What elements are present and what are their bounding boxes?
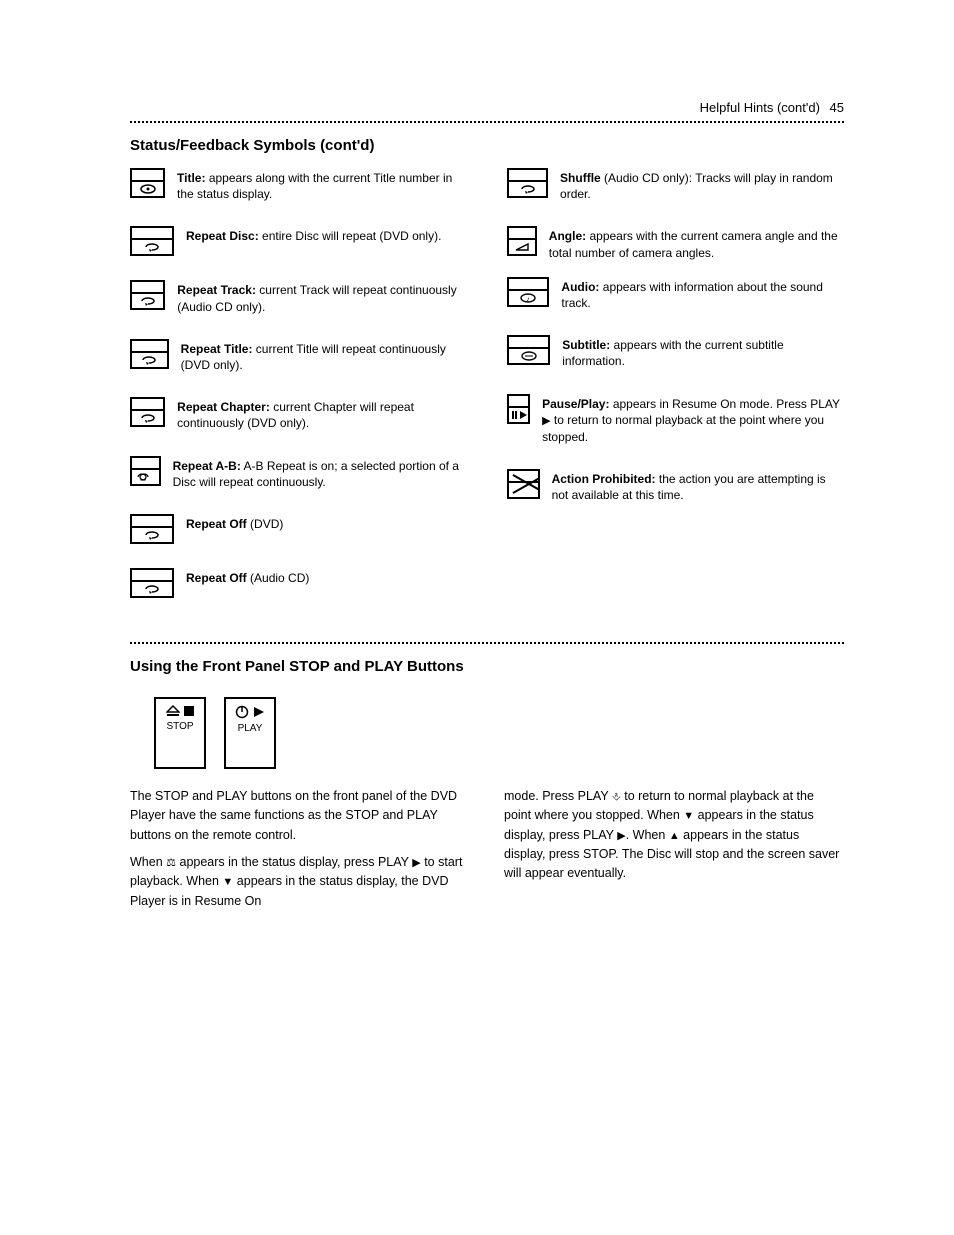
feature-desc: appears along with the current Title num… (177, 171, 452, 201)
eject-icon (166, 705, 180, 717)
play-glyph-icon: ▶ (617, 830, 625, 842)
feature-desc: appears in Resume On mode. Press PLAY (613, 397, 840, 411)
feature-name: Angle: (549, 229, 586, 243)
body-col-right: mode. Press PLAY ⎀ to return to normal p… (504, 689, 844, 911)
feature-name: Action Prohibited: (552, 472, 656, 486)
front-panel-stop-button: STOP (154, 697, 206, 769)
audio-icon: ♪ (507, 277, 549, 307)
repeat-icon (130, 397, 165, 427)
feature-name: Repeat A-B: (173, 459, 241, 473)
feature-row: Repeat Title: current Title will repeat … (130, 339, 467, 373)
feature-desc: appears with the current camera angle an… (549, 229, 838, 259)
body-text: The STOP and PLAY buttons on the front p… (130, 789, 457, 842)
feature-row: Pause/Play: appears in Resume On mode. P… (507, 394, 844, 445)
feature-row: Repeat Track: current Track will repeat … (130, 280, 467, 314)
play-glyph-icon: ▶ (412, 857, 420, 869)
feature-desc: appears with information about the sound… (561, 280, 823, 310)
svg-text:♪: ♪ (526, 296, 530, 303)
feature-row: Action Prohibited: the action you are at… (507, 469, 844, 503)
feature-name: Shuffle (560, 171, 601, 185)
feature-row: Repeat Off (Audio CD) (130, 568, 467, 598)
repeat-icon (130, 568, 174, 598)
feature-desc-post: to return to normal playback at the poin… (542, 413, 824, 444)
repeat-ab-icon (130, 456, 161, 486)
play-glyph-icon: ▶ (542, 415, 550, 427)
shuffle-icon (507, 168, 548, 198)
repeat-icon (130, 280, 165, 310)
feature-row: ♪ Audio: appears with information about … (507, 277, 844, 311)
feature-name: Repeat Disc: (186, 229, 259, 243)
page-number: 45 (830, 100, 844, 115)
feature-name: Pause/Play: (542, 397, 609, 411)
features-right-col: Shuffle (Audio CD only): Tracks will pla… (507, 168, 844, 622)
repeat-icon (130, 339, 169, 369)
title-icon (130, 168, 165, 198)
play-triangle-icon (253, 706, 265, 718)
front-panel-play-button: PLAY (224, 697, 276, 769)
body-text: mode. Press PLAY (504, 789, 612, 803)
feature-row: Repeat Disc: entire Disc will repeat (DV… (130, 226, 467, 256)
feature-name: Repeat Off (186, 571, 247, 585)
feature-row: Repeat Off (DVD) (130, 514, 467, 544)
body-text: When (130, 855, 166, 869)
down-glyph-icon: ▼ (222, 876, 233, 888)
tool-glyph-icon: ⎀ (612, 791, 621, 803)
repeat-icon (130, 226, 174, 256)
feature-desc: (DVD) (250, 517, 283, 531)
feature-row: Repeat A-B: A-B Repeat is on; a selected… (130, 456, 467, 490)
angle-icon (507, 226, 537, 256)
feature-name: Title: (177, 171, 205, 185)
feature-row: Subtitle: appears with the current subti… (507, 335, 844, 369)
feature-name: Repeat Off (186, 517, 247, 531)
pause-play-icon (507, 394, 530, 424)
feature-name: Audio: (561, 280, 599, 294)
divider (130, 121, 844, 123)
body-text: . When (626, 828, 669, 842)
feature-name: Repeat Track: (177, 283, 256, 297)
stop-square-icon (184, 706, 194, 716)
feature-desc: (Audio CD only): Tracks will play in ran… (560, 171, 833, 201)
header-title: Helpful Hints (cont'd) (700, 100, 820, 115)
standby-icon (235, 705, 249, 719)
up-glyph-icon: ▲ (669, 830, 680, 842)
feature-name: Repeat Chapter: (177, 400, 270, 414)
subtitle-icon (507, 335, 550, 365)
feature-row: Title: appears along with the current Ti… (130, 168, 467, 202)
features-left-col: Title: appears along with the current Ti… (130, 168, 467, 622)
feature-desc: entire Disc will repeat (DVD only). (262, 229, 441, 243)
down-glyph-icon: ▼ (683, 810, 694, 822)
body-col-left: STOP PLAY The STOP and PLAY buttons on t… (130, 689, 470, 911)
feature-row: Shuffle (Audio CD only): Tracks will pla… (507, 168, 844, 202)
section-title-1: Status/Feedback Symbols (cont'd) (130, 137, 844, 154)
feature-name: Subtitle: (562, 338, 610, 352)
repeat-icon (130, 514, 174, 544)
stop-label: STOP (166, 719, 193, 735)
feature-name: Repeat Title: (181, 342, 253, 356)
section-title-2: Using the Front Panel STOP and PLAY Butt… (130, 658, 844, 675)
page-header: Helpful Hints (cont'd) 45 (130, 100, 844, 115)
feature-row: Repeat Chapter: current Chapter will rep… (130, 397, 467, 431)
prohibited-icon (507, 469, 540, 499)
play-label: PLAY (238, 721, 263, 737)
feature-desc: (Audio CD) (250, 571, 309, 585)
body-text: appears in the status display, press PLA… (176, 855, 412, 869)
feature-row: Angle: appears with the current camera a… (507, 226, 844, 260)
weight-glyph-icon: ⚖ (166, 857, 176, 869)
divider (130, 642, 844, 644)
